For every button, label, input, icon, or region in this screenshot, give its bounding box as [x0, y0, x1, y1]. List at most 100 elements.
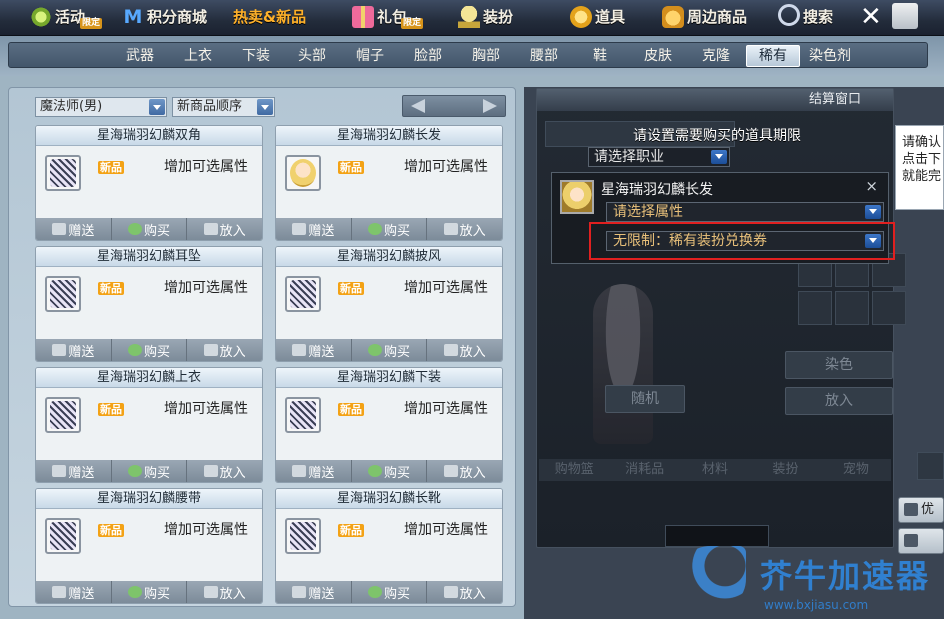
equip-slot — [872, 291, 906, 325]
job-select[interactable]: 请选择职业 — [588, 147, 730, 167]
add-to-cart-button[interactable]: 放入 — [187, 460, 262, 482]
tab-skin[interactable]: 皮肤 — [631, 46, 685, 68]
coupon-button[interactable]: 优 — [898, 497, 944, 523]
buy-button[interactable]: 购买 — [112, 460, 188, 482]
prev-page-icon[interactable] — [411, 99, 425, 113]
menu-merch[interactable]: 周边商品 — [662, 0, 747, 33]
gift-button[interactable]: 赠送 — [36, 218, 112, 240]
star-icon — [30, 5, 52, 28]
product-card[interactable]: 星海瑞羽幻麟上衣 新品 增加可选属性 赠送 购买 放入 — [35, 367, 263, 483]
buy-icon — [368, 223, 382, 235]
watermark-url: www.bxjiasu.com — [764, 598, 869, 612]
close-icon: ✕ — [860, 1, 882, 32]
tab-rare[interactable]: 稀有 — [746, 45, 800, 67]
menu-search[interactable]: 搜索 — [778, 0, 833, 33]
product-name: 星海瑞羽幻麟耳坠 — [36, 247, 262, 267]
product-thumbnail — [45, 518, 81, 554]
tab-dye[interactable]: 染色剂 — [803, 46, 857, 68]
product-card[interactable]: 星海瑞羽幻麟披风 新品 增加可选属性 赠送 购买 放入 — [275, 246, 503, 362]
gift-button[interactable]: 赠送 — [276, 339, 352, 361]
job-filter-select[interactable]: 魔法师(男) — [35, 97, 167, 117]
tab-materials[interactable]: 材料 — [680, 459, 750, 481]
put-in-button[interactable]: 放入 — [785, 387, 893, 415]
add-to-cart-button[interactable]: 放入 — [187, 581, 262, 603]
cart-icon — [443, 465, 458, 477]
tab-consumables[interactable]: 消耗品 — [609, 459, 679, 481]
product-card[interactable]: 星海瑞羽幻麟长靴 新品 增加可选属性 赠送 购买 放入 — [275, 488, 503, 604]
next-page-icon[interactable] — [483, 99, 497, 113]
menu-points-mall[interactable]: M 积分商城 — [122, 0, 207, 33]
product-card[interactable]: 星海瑞羽幻麟双角 新品 增加可选属性 赠送 购买 放入 — [35, 125, 263, 241]
gift-button[interactable]: 赠送 — [276, 581, 352, 603]
buy-button[interactable]: 购买 — [352, 218, 428, 240]
add-to-cart-button[interactable]: 放入 — [187, 218, 262, 240]
cart-icon — [203, 465, 218, 477]
trash-button[interactable] — [917, 452, 944, 480]
tab-basket[interactable]: 购物篮 — [539, 459, 609, 481]
tab-face[interactable]: 脸部 — [401, 46, 455, 68]
tab-pets[interactable]: 宠物 — [821, 459, 891, 481]
menu-hot-new[interactable]: 热卖&新品 — [233, 0, 306, 33]
menu-avatar[interactable]: 装扮 — [458, 0, 513, 33]
camera-icon — [904, 503, 918, 516]
gift-button[interactable]: 赠送 — [276, 460, 352, 482]
buy-button[interactable]: 购买 — [352, 339, 428, 361]
buy-button[interactable]: 购买 — [112, 581, 188, 603]
product-card[interactable]: 星海瑞羽幻麟腰带 新品 增加可选属性 赠送 购买 放入 — [35, 488, 263, 604]
equip-slot — [835, 291, 869, 325]
close-shop-button[interactable]: ✕ — [860, 0, 885, 33]
dye-button[interactable]: 染色 — [785, 351, 893, 379]
add-to-cart-button[interactable]: 放入 — [427, 339, 502, 361]
attribute-select[interactable]: 请选择属性 — [606, 202, 884, 222]
tab-waist[interactable]: 腰部 — [517, 46, 571, 68]
tab-bottom[interactable]: 下装 — [229, 46, 283, 68]
buy-button[interactable]: 购买 — [112, 218, 188, 240]
checkout-title: 结算窗口 — [537, 89, 893, 111]
cape-icon — [290, 280, 316, 308]
add-to-cart-button[interactable]: 放入 — [427, 581, 502, 603]
dialog-title: 请设置需要购买的道具期限 — [633, 128, 801, 144]
product-desc: 增加可选属性 — [404, 401, 488, 417]
tab-shoes[interactable]: 鞋 — [573, 46, 627, 68]
chevron-down-icon — [149, 99, 165, 115]
tab-head[interactable]: 头部 — [285, 46, 339, 68]
buy-icon — [368, 465, 382, 477]
tab-chest[interactable]: 胸部 — [459, 46, 513, 68]
new-badge: 新品 — [338, 161, 364, 174]
tab-top[interactable]: 上衣 — [171, 46, 225, 68]
pants-icon — [290, 401, 316, 429]
buy-button[interactable]: 购买 — [112, 339, 188, 361]
tab-avatar[interactable]: 装扮 — [750, 459, 820, 481]
random-button[interactable]: 随机 — [605, 385, 685, 413]
equip-slot — [798, 291, 832, 325]
gift-icon — [292, 465, 307, 477]
tab-clone[interactable]: 克隆 — [689, 46, 743, 68]
chevron-down-icon — [865, 205, 881, 219]
add-to-cart-button[interactable]: 放入 — [427, 460, 502, 482]
character-preview — [593, 284, 653, 444]
top-menu-bar: 活动 限定 M 积分商城 热卖&新品 礼包 限定 装扮 道具 周边商品 搜索 ✕ — [0, 0, 944, 36]
buy-button[interactable]: 购买 — [352, 460, 428, 482]
add-to-cart-button[interactable]: 放入 — [187, 339, 262, 361]
notebook-icon[interactable] — [892, 3, 918, 29]
menu-items[interactable]: 道具 — [570, 0, 625, 33]
sort-select[interactable]: 新商品顺序 — [172, 97, 275, 117]
product-name: 星海瑞羽幻麟上衣 — [36, 368, 262, 388]
tab-weapon[interactable]: 武器 — [113, 46, 167, 68]
gift-button[interactable]: 赠送 — [36, 460, 112, 482]
product-card[interactable]: 星海瑞羽幻麟耳坠 新品 增加可选属性 赠送 购买 放入 — [35, 246, 263, 362]
product-card[interactable]: 星海瑞羽幻麟长发 新品 增加可选属性 赠送 购买 放入 — [275, 125, 503, 241]
menu-packages[interactable]: 礼包 限定 — [352, 0, 424, 33]
product-card[interactable]: 星海瑞羽幻麟下装 新品 增加可选属性 赠送 购买 放入 — [275, 367, 503, 483]
gift-button[interactable]: 赠送 — [36, 339, 112, 361]
buy-button[interactable]: 购买 — [352, 581, 428, 603]
close-icon[interactable]: × — [865, 177, 878, 195]
menu-event[interactable]: 活动 限定 — [30, 0, 103, 33]
gift-button[interactable]: 赠送 — [36, 581, 112, 603]
chevron-down-icon — [257, 99, 273, 115]
gift-button[interactable]: 赠送 — [276, 218, 352, 240]
cart-icon — [443, 586, 458, 598]
add-to-cart-button[interactable]: 放入 — [427, 218, 502, 240]
product-name: 星海瑞羽幻麟长靴 — [276, 489, 502, 509]
tab-hat[interactable]: 帽子 — [343, 46, 397, 68]
